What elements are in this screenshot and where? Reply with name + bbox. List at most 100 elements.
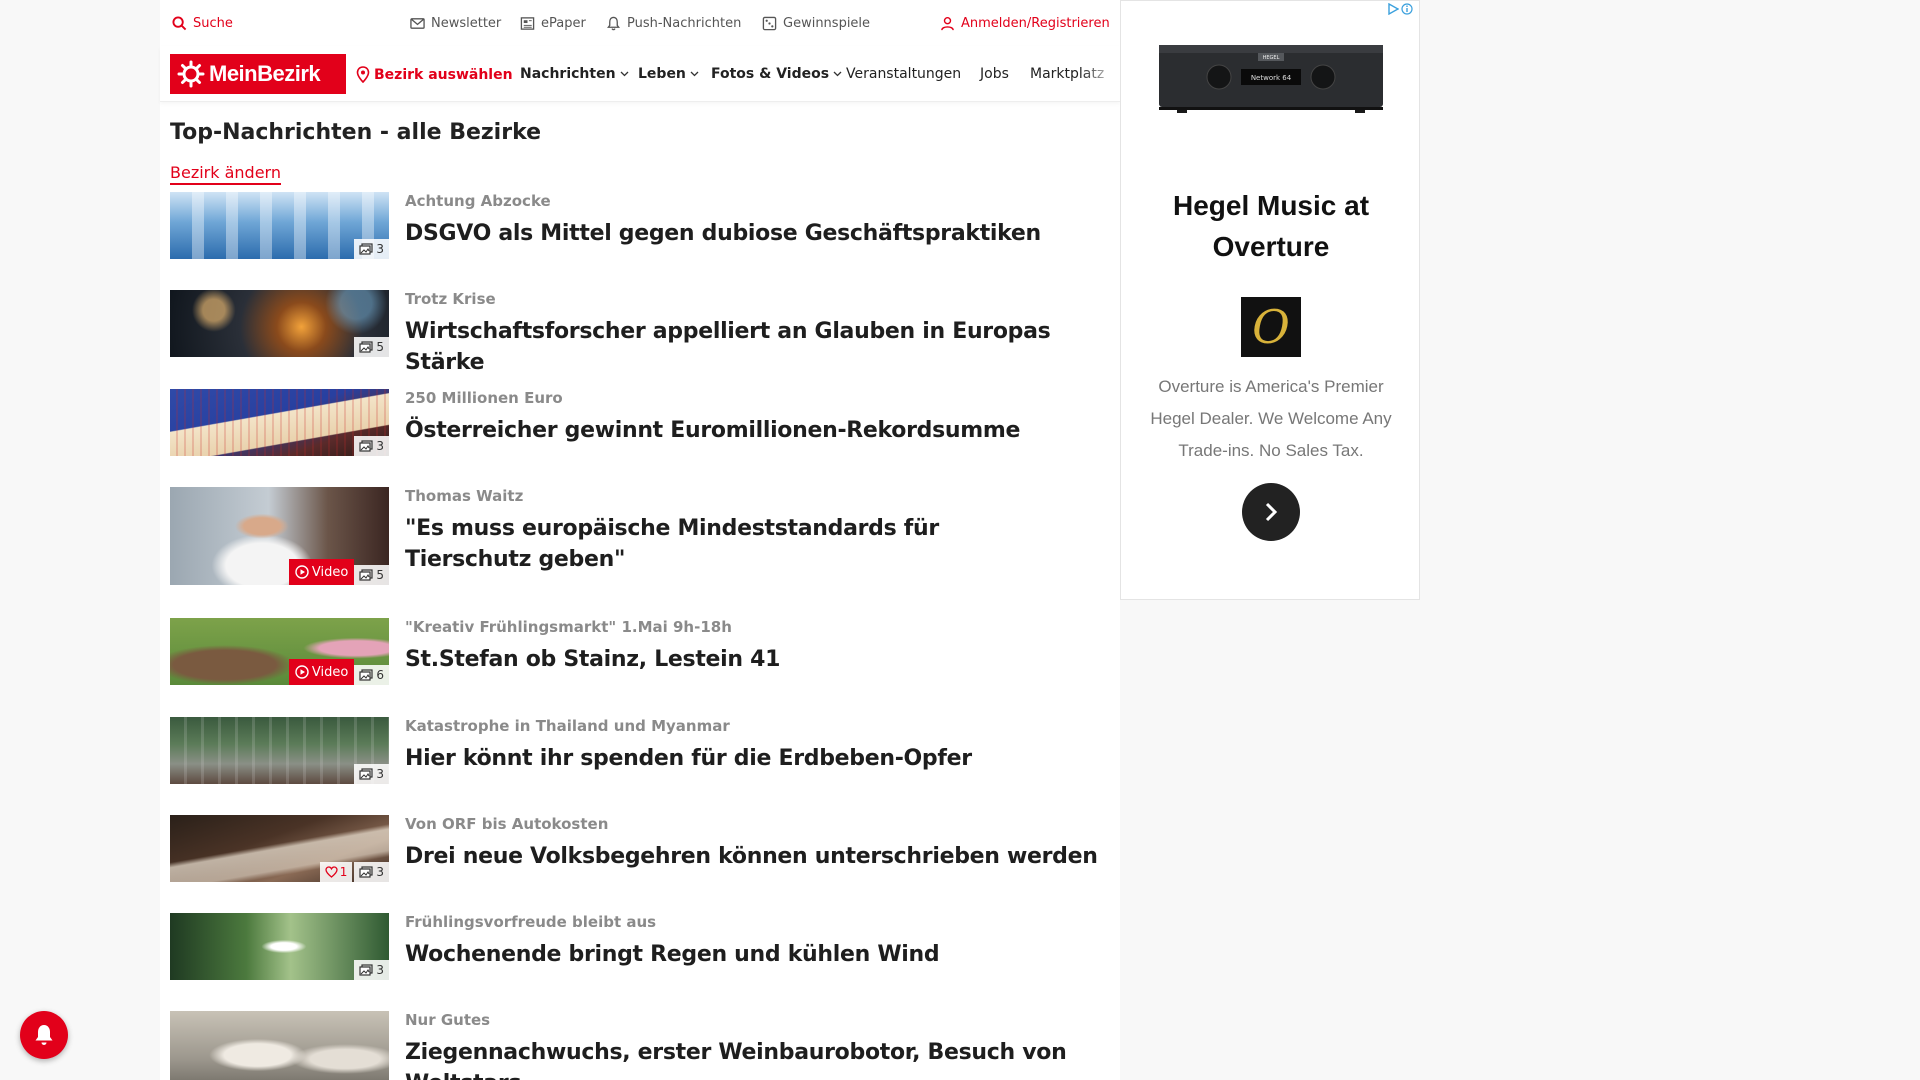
image-count-badge: 3: [354, 764, 389, 784]
image-count-badge: 6: [354, 665, 389, 685]
chevron-right-icon: [1265, 502, 1278, 522]
utility-bar: Suche Newsletter ePaper Push-Nachrichten…: [160, 0, 1120, 46]
article-item[interactable]: Nur Gutes Ziegennachwuchs, erster Weinba…: [170, 1011, 1100, 1080]
newsletter-link[interactable]: Newsletter: [410, 14, 501, 32]
article-kicker: Von ORF bis Autokosten: [405, 815, 609, 833]
article-kicker: 250 Millionen Euro: [405, 389, 563, 407]
change-district-link[interactable]: Bezirk ändern: [170, 163, 281, 185]
chevron-down-icon: [620, 71, 629, 77]
article-item[interactable]: 3 250 Millionen Euro Österreicher gewinn…: [170, 389, 1100, 459]
nav-item-nachrichten[interactable]: Nachrichten: [520, 66, 629, 82]
meinbezirk-logo[interactable]: MeinBezirk: [170, 54, 346, 94]
article-item[interactable]: 3 Katastrophe in Thailand und Myanmar Hi…: [170, 717, 1100, 787]
image-count: 3: [376, 439, 384, 453]
login-label: Anmelden/Registrieren: [961, 15, 1110, 31]
article-thumbnail[interactable]: 3: [170, 192, 389, 259]
page-title: Top-Nachrichten - alle Bezirke: [170, 120, 542, 145]
article-headline[interactable]: Ziegennachwuchs, erster Weinbaurobotor, …: [405, 1037, 1100, 1080]
video-label: Video: [311, 664, 349, 680]
article-kicker: Nur Gutes: [405, 1011, 491, 1029]
nav-fade-overlay: [1080, 56, 1120, 92]
article-headline[interactable]: St.Stefan ob Stainz, Lestein 41: [405, 644, 1105, 675]
search-label: Suche: [193, 15, 233, 31]
overture-logo: O: [1241, 297, 1301, 357]
ad-choices[interactable]: [1387, 3, 1413, 15]
thumbnail-badges: Video 5: [288, 559, 389, 585]
video-badge: Video: [288, 559, 355, 585]
ad-headline[interactable]: Hegel Music at Overture: [1121, 185, 1421, 267]
heart-icon: [325, 866, 338, 878]
district-select-label: Bezirk auswählen: [374, 66, 513, 83]
image-count: 5: [376, 568, 384, 582]
article-item[interactable]: 3 Frühlingsvorfreude bleibt aus Wochenen…: [170, 913, 1100, 983]
info-icon: [1401, 3, 1413, 15]
article-thumbnail[interactable]: 3: [170, 913, 389, 980]
article-item[interactable]: Video 5 Thomas Waitz "Es muss europäisch…: [170, 487, 1100, 587]
article-headline[interactable]: Wochenende bringt Regen und kühlen Wind: [405, 939, 1105, 970]
image-count-badge: 5: [354, 565, 389, 585]
user-icon: [941, 16, 954, 30]
dice-icon: [762, 16, 777, 30]
article-kicker: Trotz Krise: [405, 290, 496, 308]
amplifier-display: Network 64: [1251, 74, 1292, 82]
notification-bell-button[interactable]: [20, 1011, 68, 1059]
nav-item-leben[interactable]: Leben: [638, 66, 699, 82]
article-kicker: Achtung Abzocke: [405, 192, 551, 210]
envelope-icon: [410, 17, 425, 29]
article-thumbnail[interactable]: 1 3: [170, 815, 389, 882]
gallery-icon: [359, 341, 373, 353]
article-kicker: Katastrophe in Thailand und Myanmar: [405, 717, 730, 735]
advertisement[interactable]: Network 64 HEGEL Hegel Music at Overture…: [1120, 0, 1420, 600]
image-count-badge: 3: [354, 960, 389, 980]
thumbnail-badges: 3: [354, 436, 389, 456]
bell-icon: [35, 1025, 53, 1045]
gallery-icon: [359, 866, 373, 878]
gallery-icon: [359, 964, 373, 976]
article-item[interactable]: 1 3 Von ORF bis Autokosten Drei neue Vol…: [170, 815, 1100, 885]
overture-logo-letter: O: [1252, 300, 1290, 354]
article-item[interactable]: Video 6 "Kreativ Frühlingsmarkt" 1.Mai 9…: [170, 618, 1100, 688]
search-link[interactable]: Suche: [172, 14, 233, 32]
article-thumbnail[interactable]: Video 6: [170, 618, 389, 685]
image-count-badge: 3: [354, 436, 389, 456]
search-icon: [172, 15, 187, 30]
article-thumbnail[interactable]: Video 5: [170, 487, 389, 585]
article-thumbnail[interactable]: [170, 1011, 389, 1080]
nav-item-veranstaltungen[interactable]: Veranstaltungen: [846, 66, 961, 82]
article-headline[interactable]: Hier könnt ihr spenden für die Erdbeben-…: [405, 743, 1105, 774]
article-thumbnail[interactable]: 3: [170, 717, 389, 784]
district-select[interactable]: Bezirk auswählen: [356, 66, 513, 83]
image-count-badge: 3: [354, 862, 389, 882]
article-thumbnail[interactable]: 5: [170, 290, 389, 357]
play-circle-icon: [295, 565, 309, 579]
video-badge: Video: [288, 659, 355, 685]
amplifier-image: Network 64 HEGEL: [1159, 45, 1383, 113]
gallery-icon: [359, 768, 373, 780]
epaper-link[interactable]: ePaper: [520, 14, 586, 32]
article-headline[interactable]: Wirtschaftsforscher appelliert an Glaube…: [405, 316, 1105, 378]
image-count-badge: 5: [354, 337, 389, 357]
article-headline[interactable]: DSGVO als Mittel gegen dubiose Geschäfts…: [405, 218, 1105, 249]
login-link[interactable]: Anmelden/Registrieren: [940, 14, 1110, 32]
ad-next-button[interactable]: [1242, 483, 1300, 541]
article-headline[interactable]: "Es muss europäische Mindeststandards fü…: [405, 513, 1065, 575]
thumbnail-badges: 3: [354, 960, 389, 980]
nav-item-label: Nachrichten: [520, 66, 616, 82]
article-headline[interactable]: Drei neue Volksbegehren können unterschr…: [405, 841, 1105, 872]
article-kicker: "Kreativ Frühlingsmarkt" 1.Mai 9h-18h: [405, 618, 732, 636]
article-item[interactable]: 3 Achtung Abzocke DSGVO als Mittel gegen…: [170, 192, 1100, 262]
nav-item-fotos-videos[interactable]: Fotos & Videos: [711, 66, 842, 82]
nav-item-jobs[interactable]: Jobs: [980, 66, 1009, 82]
article-item[interactable]: 5 Trotz Krise Wirtschaftsforscher appell…: [170, 290, 1100, 375]
ad-choices-play-icon: [1388, 3, 1399, 15]
video-label: Video: [311, 564, 349, 580]
map-pin-icon: [356, 66, 370, 83]
image-count: 3: [376, 963, 384, 977]
push-notifications-link[interactable]: Push-Nachrichten: [606, 14, 741, 32]
article-headline[interactable]: Österreicher gewinnt Euromillionen-Rekor…: [405, 415, 1105, 446]
contests-link[interactable]: Gewinnspiele: [762, 14, 870, 32]
thumbnail-badges: 3: [354, 239, 389, 259]
thumbnail-badges: 3: [354, 764, 389, 784]
chevron-down-icon: [690, 71, 699, 77]
article-thumbnail[interactable]: 3: [170, 389, 389, 456]
